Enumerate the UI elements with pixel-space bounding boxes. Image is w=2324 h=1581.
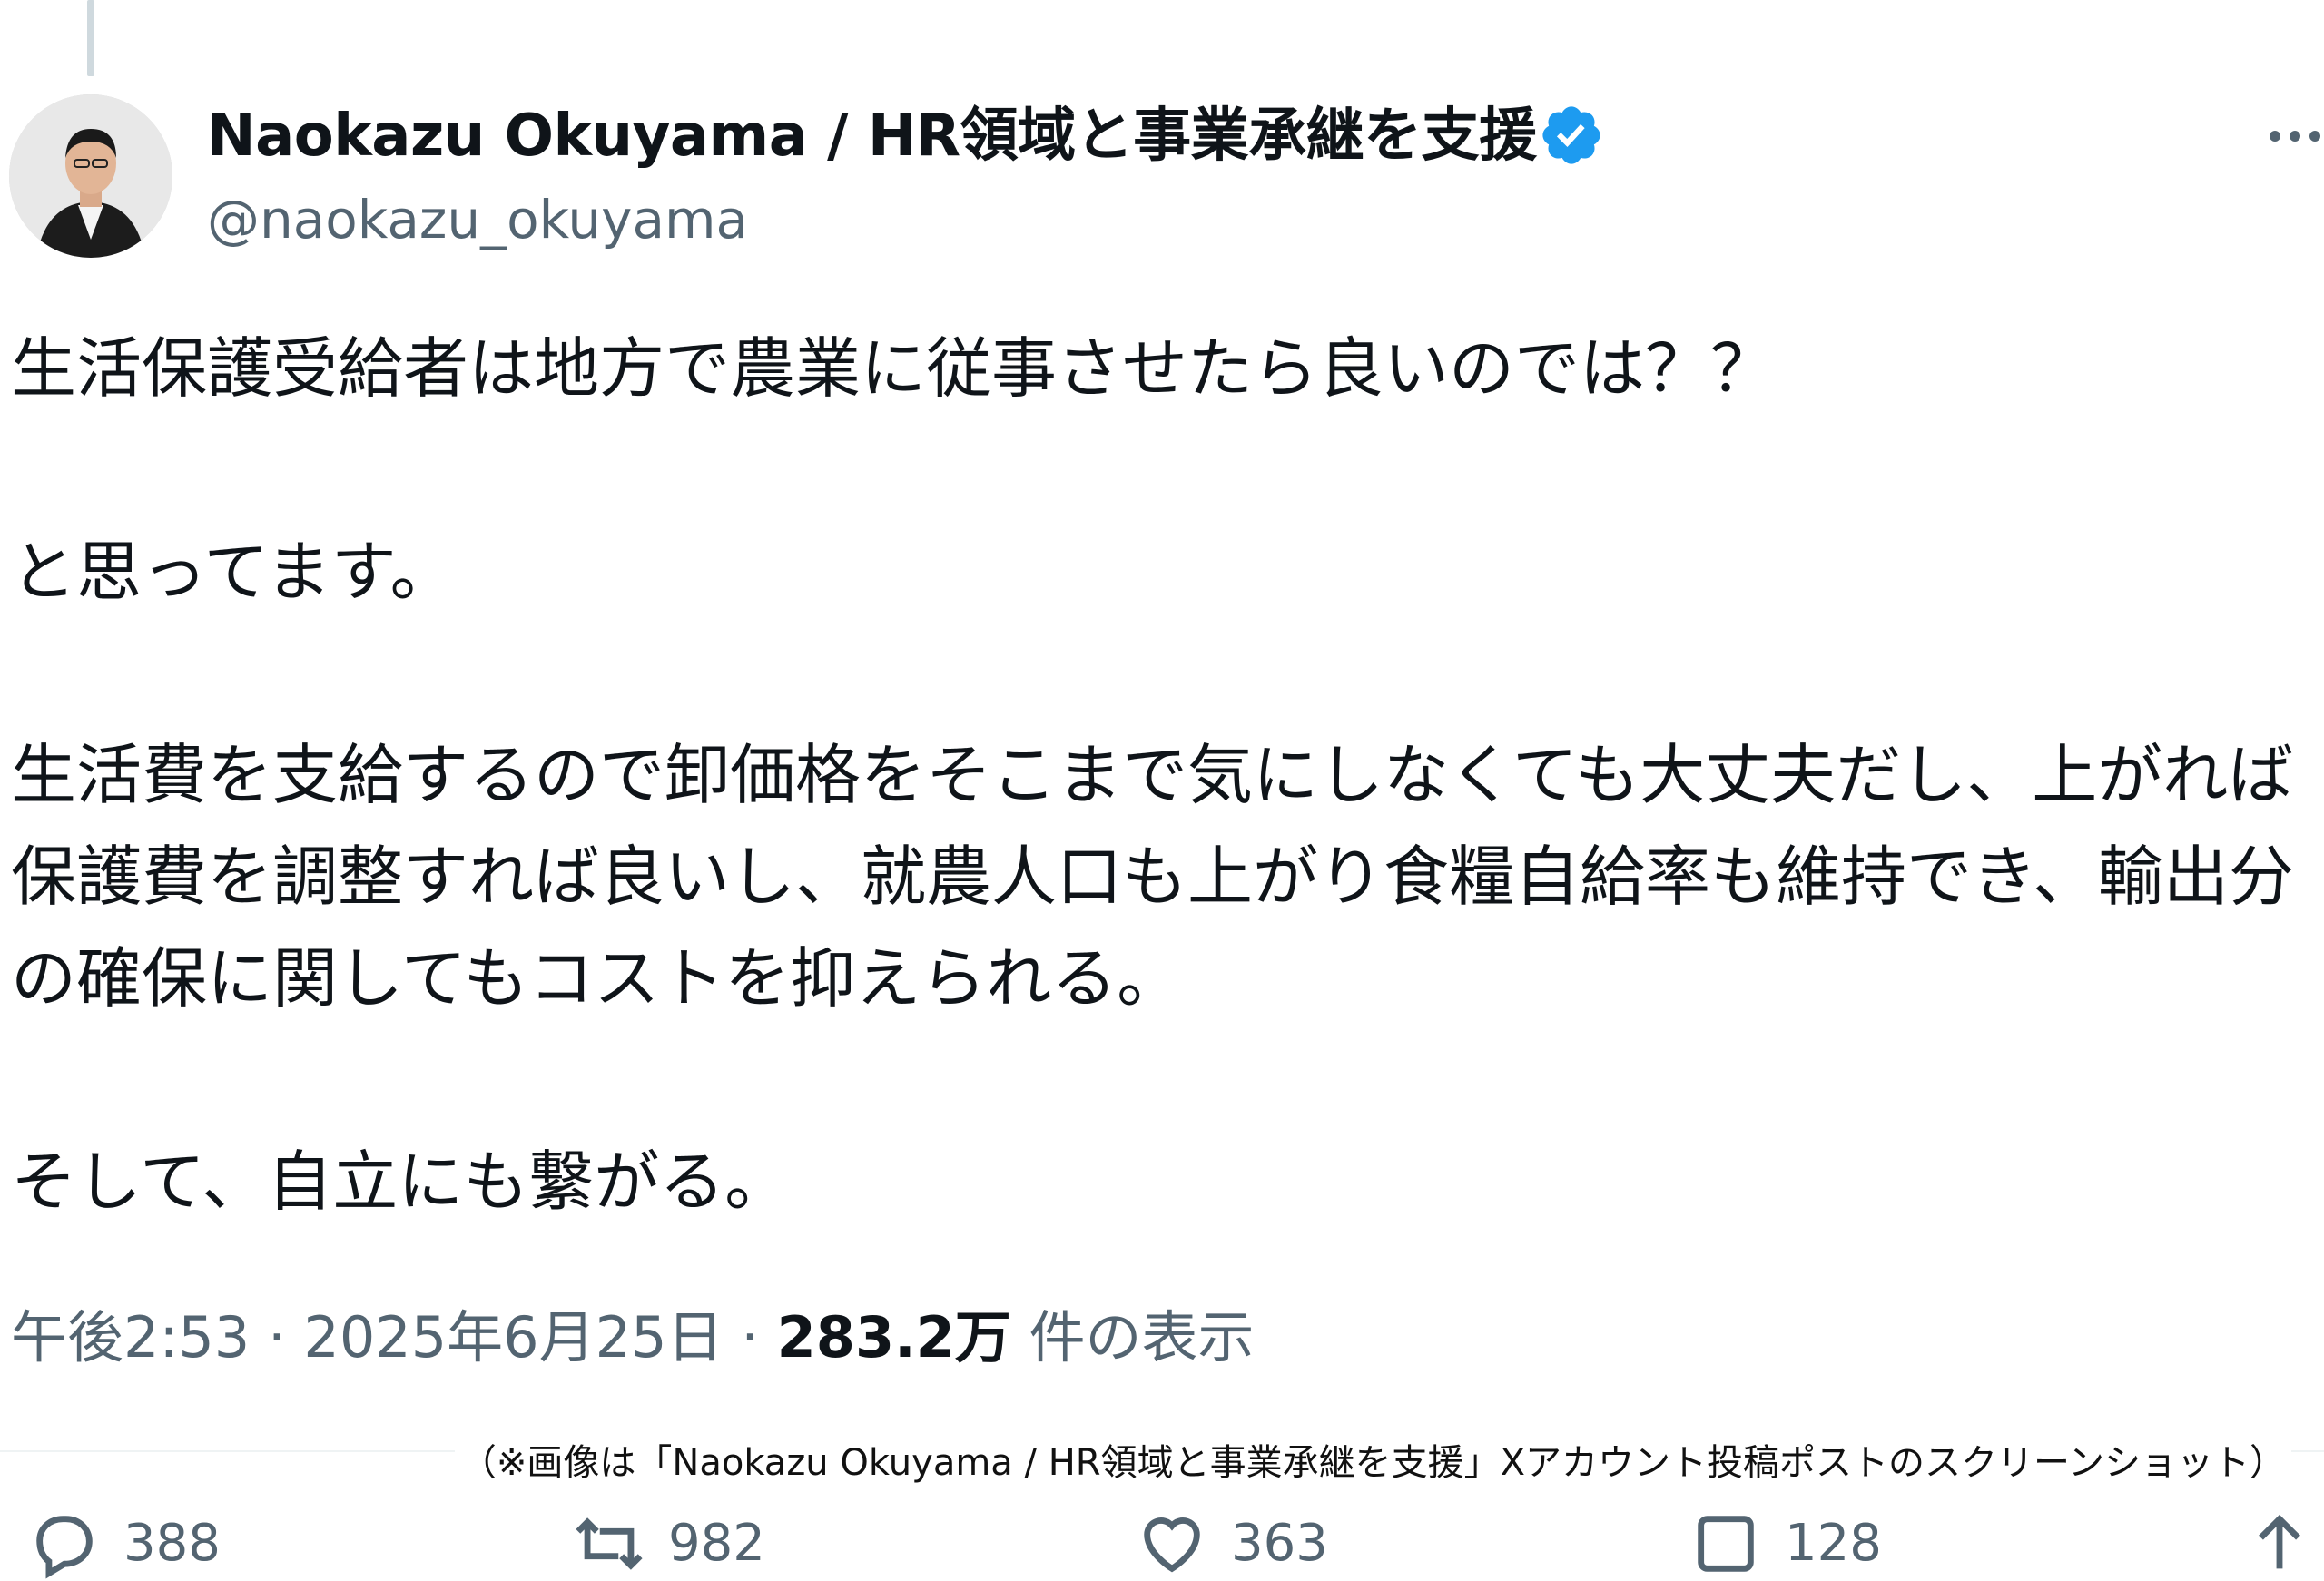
like-count: 363 [1231,1514,1328,1573]
share-button[interactable] [2242,1507,2317,1581]
image-caption: （※画像は「Naokazu Okuyama / HR領域と事業承継を支援」Xアカ… [454,1438,2291,1488]
verified-badge-icon[interactable] [1538,102,1605,169]
views-label: 件の表示 [1029,1304,1255,1370]
repost-count: 982 [668,1514,765,1573]
post-body-text: 生活保護受給者は地方で農業に従事させたら良いのでは？？ と思ってます。 生活費を… [11,330,2294,1220]
reply-count: 388 [123,1514,221,1573]
more-dot [2309,131,2320,142]
display-name[interactable]: Naokazu Okuyama / HR領域と事業承継を支援 [207,100,1537,172]
avatar[interactable] [9,94,172,258]
more-dot [2290,131,2300,142]
bookmark-button[interactable]: 128 [1689,1507,1882,1581]
bookmark-icon [1698,1516,1754,1572]
reply-icon [36,1516,93,1579]
action-bar: 388 982 363 128 [0,1507,2324,1579]
meta-separator: · [741,1304,759,1370]
views-count: 283.2万 [776,1304,1011,1370]
more-dot [2270,131,2280,142]
like-button[interactable]: 363 [1135,1507,1328,1581]
user-handle[interactable]: @naokazu_okuyama [207,185,748,254]
meta-separator: · [267,1304,286,1370]
bookmark-count: 128 [1785,1514,1882,1573]
heart-icon [1144,1517,1200,1573]
post-meta: 午後2:53 · 2025年6月25日 · 283.2万 件の表示 [11,1300,1255,1376]
reply-button[interactable]: 388 [27,1507,221,1581]
repost-button[interactable]: 982 [572,1507,765,1581]
avatar-photo [9,94,172,258]
repost-icon [576,1517,643,1570]
thread-connector-line [87,0,94,76]
share-icon [2259,1514,2300,1569]
post-time[interactable]: 午後2:53 [11,1304,250,1370]
more-icon[interactable] [2270,116,2324,156]
post-date[interactable]: 2025年6月25日 [303,1304,723,1370]
